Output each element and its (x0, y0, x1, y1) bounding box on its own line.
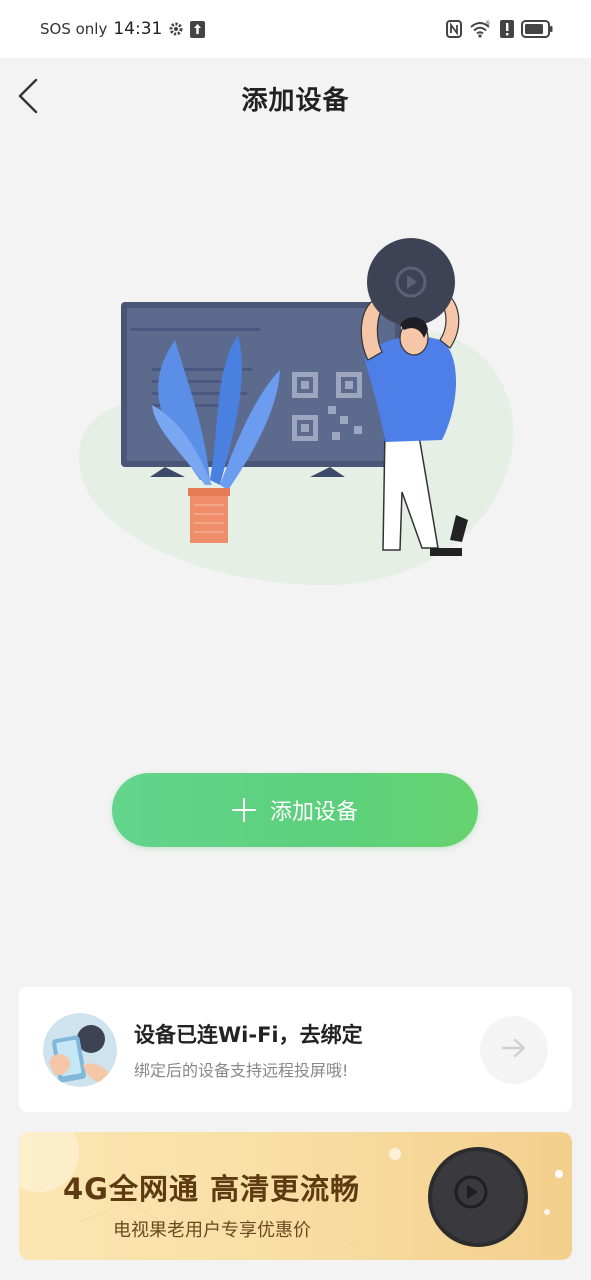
status-left: SOS only 14:31 (40, 19, 206, 39)
header: 添加设备 (0, 58, 591, 138)
bind-card-text: 设备已连Wi-Fi，去绑定 绑定后的设备支持远程投屏哦! (134, 1019, 363, 1081)
promo-banner[interactable]: 4G全网通 高清更流畅 电视果老用户专享优惠价 (19, 1132, 572, 1260)
gear-icon (168, 21, 184, 37)
promo-title: 4G全网通 高清更流畅 (63, 1172, 361, 1206)
carrier-label: SOS only (40, 20, 108, 38)
nfc-icon (446, 20, 462, 38)
wifi-icon: 6 (469, 20, 493, 38)
chevron-left-icon (17, 78, 39, 118)
bind-card-image (43, 1012, 117, 1087)
bind-card-title: 设备已连Wi-Fi，去绑定 (134, 1022, 363, 1047)
arrow-right-icon (501, 1037, 527, 1063)
promo-subtitle: 电视果老用户专享优惠价 (113, 1220, 311, 1241)
svg-text:6: 6 (486, 20, 490, 27)
alert-icon (500, 20, 514, 38)
back-button[interactable] (10, 78, 46, 118)
add-device-button[interactable]: 添加设备 (112, 773, 478, 847)
status-right: 6 (446, 20, 553, 38)
upload-icon (190, 20, 206, 38)
page-title: 添加设备 (241, 85, 350, 116)
add-device-button-label: 添加设备 (269, 800, 358, 825)
status-bar: SOS only 14:31 6 (0, 0, 591, 58)
device-disc-image (423, 1142, 533, 1252)
bind-arrow-button[interactable] (480, 1015, 548, 1084)
plus-icon (231, 798, 256, 822)
add-device-illustration (70, 230, 520, 590)
bind-device-card[interactable]: 设备已连Wi-Fi，去绑定 绑定后的设备支持远程投屏哦! (19, 987, 572, 1112)
battery-icon (521, 20, 553, 38)
bind-card-subtitle: 绑定后的设备支持远程投屏哦! (134, 1060, 349, 1080)
clock: 14:31 (113, 19, 163, 39)
